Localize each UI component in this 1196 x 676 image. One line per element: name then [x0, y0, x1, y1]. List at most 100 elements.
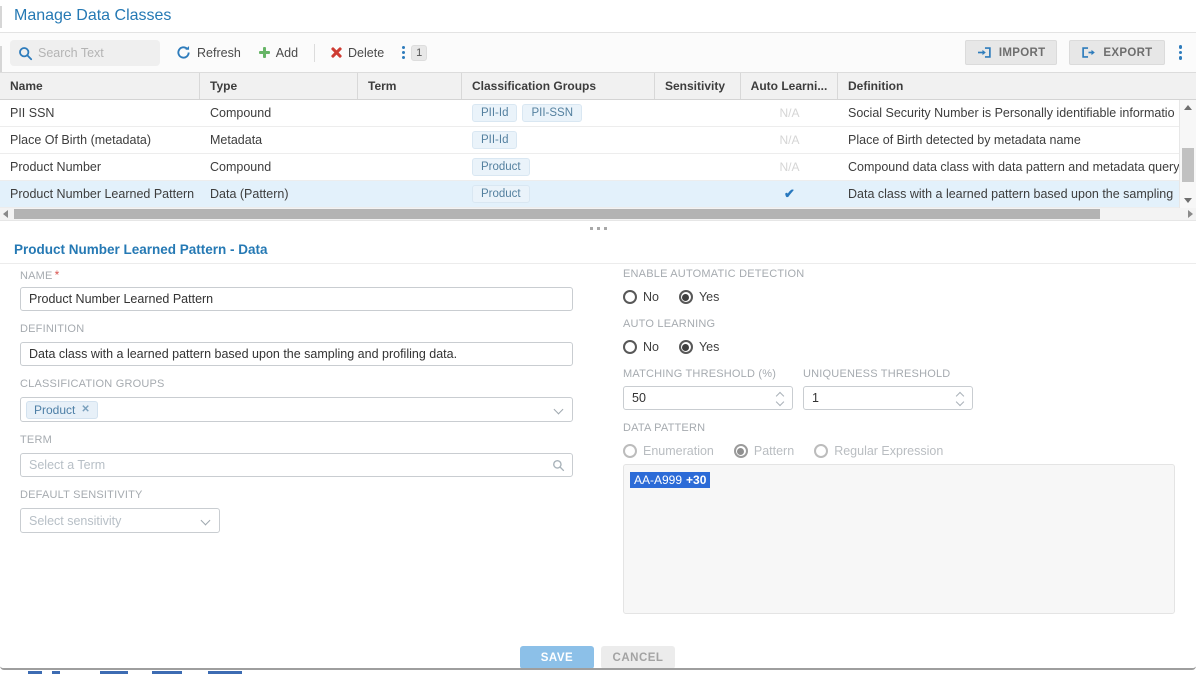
selection-menu-button[interactable]: 1	[400, 41, 429, 65]
spinner-down-icon[interactable]	[776, 398, 784, 406]
toolbar-right: IMPORT EXPORT	[965, 40, 1184, 65]
cell-groups: PII-Id	[462, 127, 655, 153]
auto-learning-no-radio[interactable]: No	[623, 340, 659, 354]
spinner-down-icon[interactable]	[956, 398, 964, 406]
delete-button[interactable]: Delete	[329, 42, 386, 64]
selection-count-badge: 1	[411, 45, 427, 61]
radio-selected-icon	[679, 340, 693, 354]
scroll-left-arrow[interactable]	[3, 210, 8, 218]
cancel-button[interactable]: CANCEL	[601, 646, 675, 669]
sensitivity-placeholder: Select sensitivity	[29, 514, 121, 528]
radio-icon	[623, 290, 637, 304]
definition-label: DEFINITION	[20, 323, 573, 337]
term-label: TERM	[20, 434, 573, 448]
pattern-pattern-radio[interactable]: Pattern	[734, 444, 794, 458]
export-icon	[1081, 46, 1096, 59]
cell-sensitivity	[655, 181, 741, 207]
radio-selected-icon	[734, 444, 748, 458]
column-header-definition[interactable]: Definition	[838, 73, 1196, 99]
export-button[interactable]: EXPORT	[1069, 40, 1164, 65]
background-text-fragment	[208, 671, 242, 674]
table-row[interactable]: Place Of Birth (metadata) Metadata PII-I…	[0, 127, 1196, 154]
table-row[interactable]: Product Number Compound Product N/A Comp…	[0, 154, 1196, 181]
kebab-icon	[402, 46, 405, 59]
page-edge-fragment	[0, 6, 2, 28]
auto-learning-yes-radio[interactable]: Yes	[679, 340, 719, 354]
name-field[interactable]	[20, 287, 573, 311]
scroll-down-arrow[interactable]	[1184, 198, 1192, 203]
cell-auto-learning: N/A	[741, 127, 838, 153]
toolbar-divider	[314, 44, 315, 62]
scroll-right-arrow[interactable]	[1188, 210, 1193, 218]
radio-selected-icon	[679, 290, 693, 304]
search-input[interactable]	[38, 40, 154, 66]
table-row-selected[interactable]: Product Number Learned Pattern Data (Pat…	[0, 181, 1196, 208]
matching-threshold-label: MATCHING THRESHOLD (%)	[623, 368, 803, 382]
enable-detection-yes-radio[interactable]: Yes	[679, 290, 719, 304]
cell-auto-learning: N/A	[741, 154, 838, 180]
enable-detection-no-radio[interactable]: No	[623, 290, 659, 304]
remove-tag-icon[interactable]: ✕	[81, 404, 89, 415]
column-header-type[interactable]: Type	[200, 73, 358, 99]
data-pattern-label: DATA PATTERN	[623, 422, 1175, 436]
cell-auto-learning: N/A	[741, 100, 838, 126]
horizontal-scroll-thumb[interactable]	[14, 209, 1100, 219]
cell-groups: Product	[462, 154, 655, 180]
search-box	[10, 40, 160, 66]
more-menu-button[interactable]	[1177, 41, 1185, 64]
refresh-button[interactable]: Refresh	[174, 41, 243, 64]
form-actions: SAVE CANCEL	[520, 646, 675, 669]
cell-groups: Product	[462, 181, 655, 207]
group-chip: PII-Id	[472, 104, 517, 122]
uniqueness-threshold-stepper	[803, 386, 973, 410]
cell-sensitivity	[655, 127, 741, 153]
uniqueness-threshold-label: UNIQUENESS THRESHOLD	[803, 368, 950, 382]
radio-icon	[814, 444, 828, 458]
save-button[interactable]: SAVE	[520, 646, 594, 669]
cell-name: PII SSN	[0, 100, 200, 126]
classification-groups-multiselect[interactable]: Product✕	[20, 397, 573, 422]
form-right-column: ENABLE AUTOMATIC DETECTION No Yes AUTO L…	[623, 268, 1175, 614]
required-marker: *	[55, 268, 60, 282]
vertical-scrollbar[interactable]	[1179, 100, 1196, 208]
delete-x-icon	[331, 47, 342, 58]
cell-term	[358, 127, 462, 153]
group-chip: PII-SSN	[522, 104, 582, 122]
pattern-regex-radio[interactable]: Regular Expression	[814, 444, 943, 458]
panel-splitter[interactable]	[0, 221, 1196, 236]
column-header-term[interactable]: Term	[358, 73, 462, 99]
table-row[interactable]: PII SSN Compound PII-IdPII-SSN N/A Socia…	[0, 100, 1196, 127]
cell-type: Data (Pattern)	[200, 181, 358, 207]
column-header-name[interactable]: Name	[0, 73, 200, 99]
data-classes-table: Name Type Term Classification Groups Sen…	[0, 72, 1196, 221]
term-field-wrap	[20, 453, 573, 477]
background-text-fragment	[52, 671, 60, 674]
vertical-scroll-thumb[interactable]	[1182, 148, 1194, 182]
scroll-up-arrow[interactable]	[1184, 105, 1192, 110]
term-field[interactable]	[20, 453, 573, 477]
column-header-auto-learning[interactable]: Auto Learni...	[741, 73, 838, 99]
group-chip: Product	[472, 185, 530, 203]
pattern-enumeration-radio[interactable]: Enumeration	[623, 444, 714, 458]
term-search-icon[interactable]	[552, 459, 565, 472]
definition-field[interactable]	[20, 342, 573, 366]
background-text-fragment	[100, 671, 128, 674]
column-header-sensitivity[interactable]: Sensitivity	[655, 73, 741, 99]
background-text-fragment	[28, 671, 42, 674]
uniqueness-threshold-input[interactable]	[804, 387, 939, 409]
column-header-classification-groups[interactable]: Classification Groups	[462, 73, 655, 99]
add-button[interactable]: Add	[257, 42, 300, 64]
data-pattern-radio-group: Enumeration Pattern Regular Expression	[623, 442, 1175, 460]
horizontal-scrollbar[interactable]	[0, 208, 1196, 221]
default-sensitivity-select[interactable]: Select sensitivity	[20, 508, 220, 533]
matching-threshold-input[interactable]	[624, 387, 759, 409]
name-label: NAME*	[20, 268, 573, 282]
import-button[interactable]: IMPORT	[965, 40, 1058, 65]
table-body: PII SSN Compound PII-IdPII-SSN N/A Socia…	[0, 100, 1196, 208]
data-pattern-editor[interactable]: AA-A999+30	[623, 464, 1175, 614]
kebab-icon	[1179, 45, 1183, 60]
cell-term	[358, 181, 462, 207]
panel-title: Product Number Learned Pattern - Data	[0, 236, 1196, 264]
export-label: EXPORT	[1103, 47, 1152, 59]
title-bar: Manage Data Classes	[0, 0, 1196, 33]
